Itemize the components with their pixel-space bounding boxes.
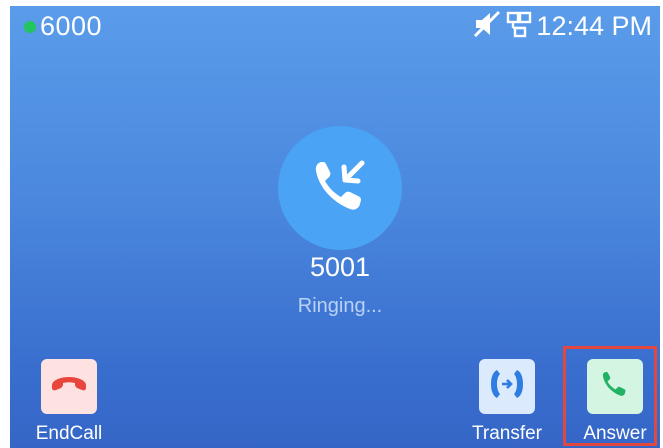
call-status: Ringing... <box>297 295 383 317</box>
caller-number: 5001 <box>309 252 371 282</box>
endcall-label: EndCall <box>35 423 103 444</box>
mute-icon <box>473 10 503 43</box>
transfer-button-icon-box[interactable] <box>479 359 535 414</box>
registration-status-dot <box>24 21 36 33</box>
transfer-icon <box>487 367 527 406</box>
extension-number: 6000 <box>40 11 103 41</box>
transfer-label: Transfer <box>471 423 543 444</box>
transfer-button[interactable]: Transfer <box>457 359 557 445</box>
endcall-button-icon-box[interactable] <box>41 359 97 414</box>
clock: 12:44 PM <box>536 11 652 41</box>
endcall-button[interactable]: EndCall <box>19 359 119 445</box>
incoming-call-avatar <box>278 126 402 250</box>
hangup-icon <box>49 372 89 401</box>
status-bar: 6000 12:44 PM <box>10 6 660 46</box>
incoming-call-icon <box>308 154 372 223</box>
status-icons <box>473 10 532 43</box>
incoming-call-screen: 6000 12:44 PM 5001 Ringing... EndCall Tr… <box>10 6 660 448</box>
answer-highlight-box <box>563 346 657 446</box>
network-icon <box>506 10 532 43</box>
